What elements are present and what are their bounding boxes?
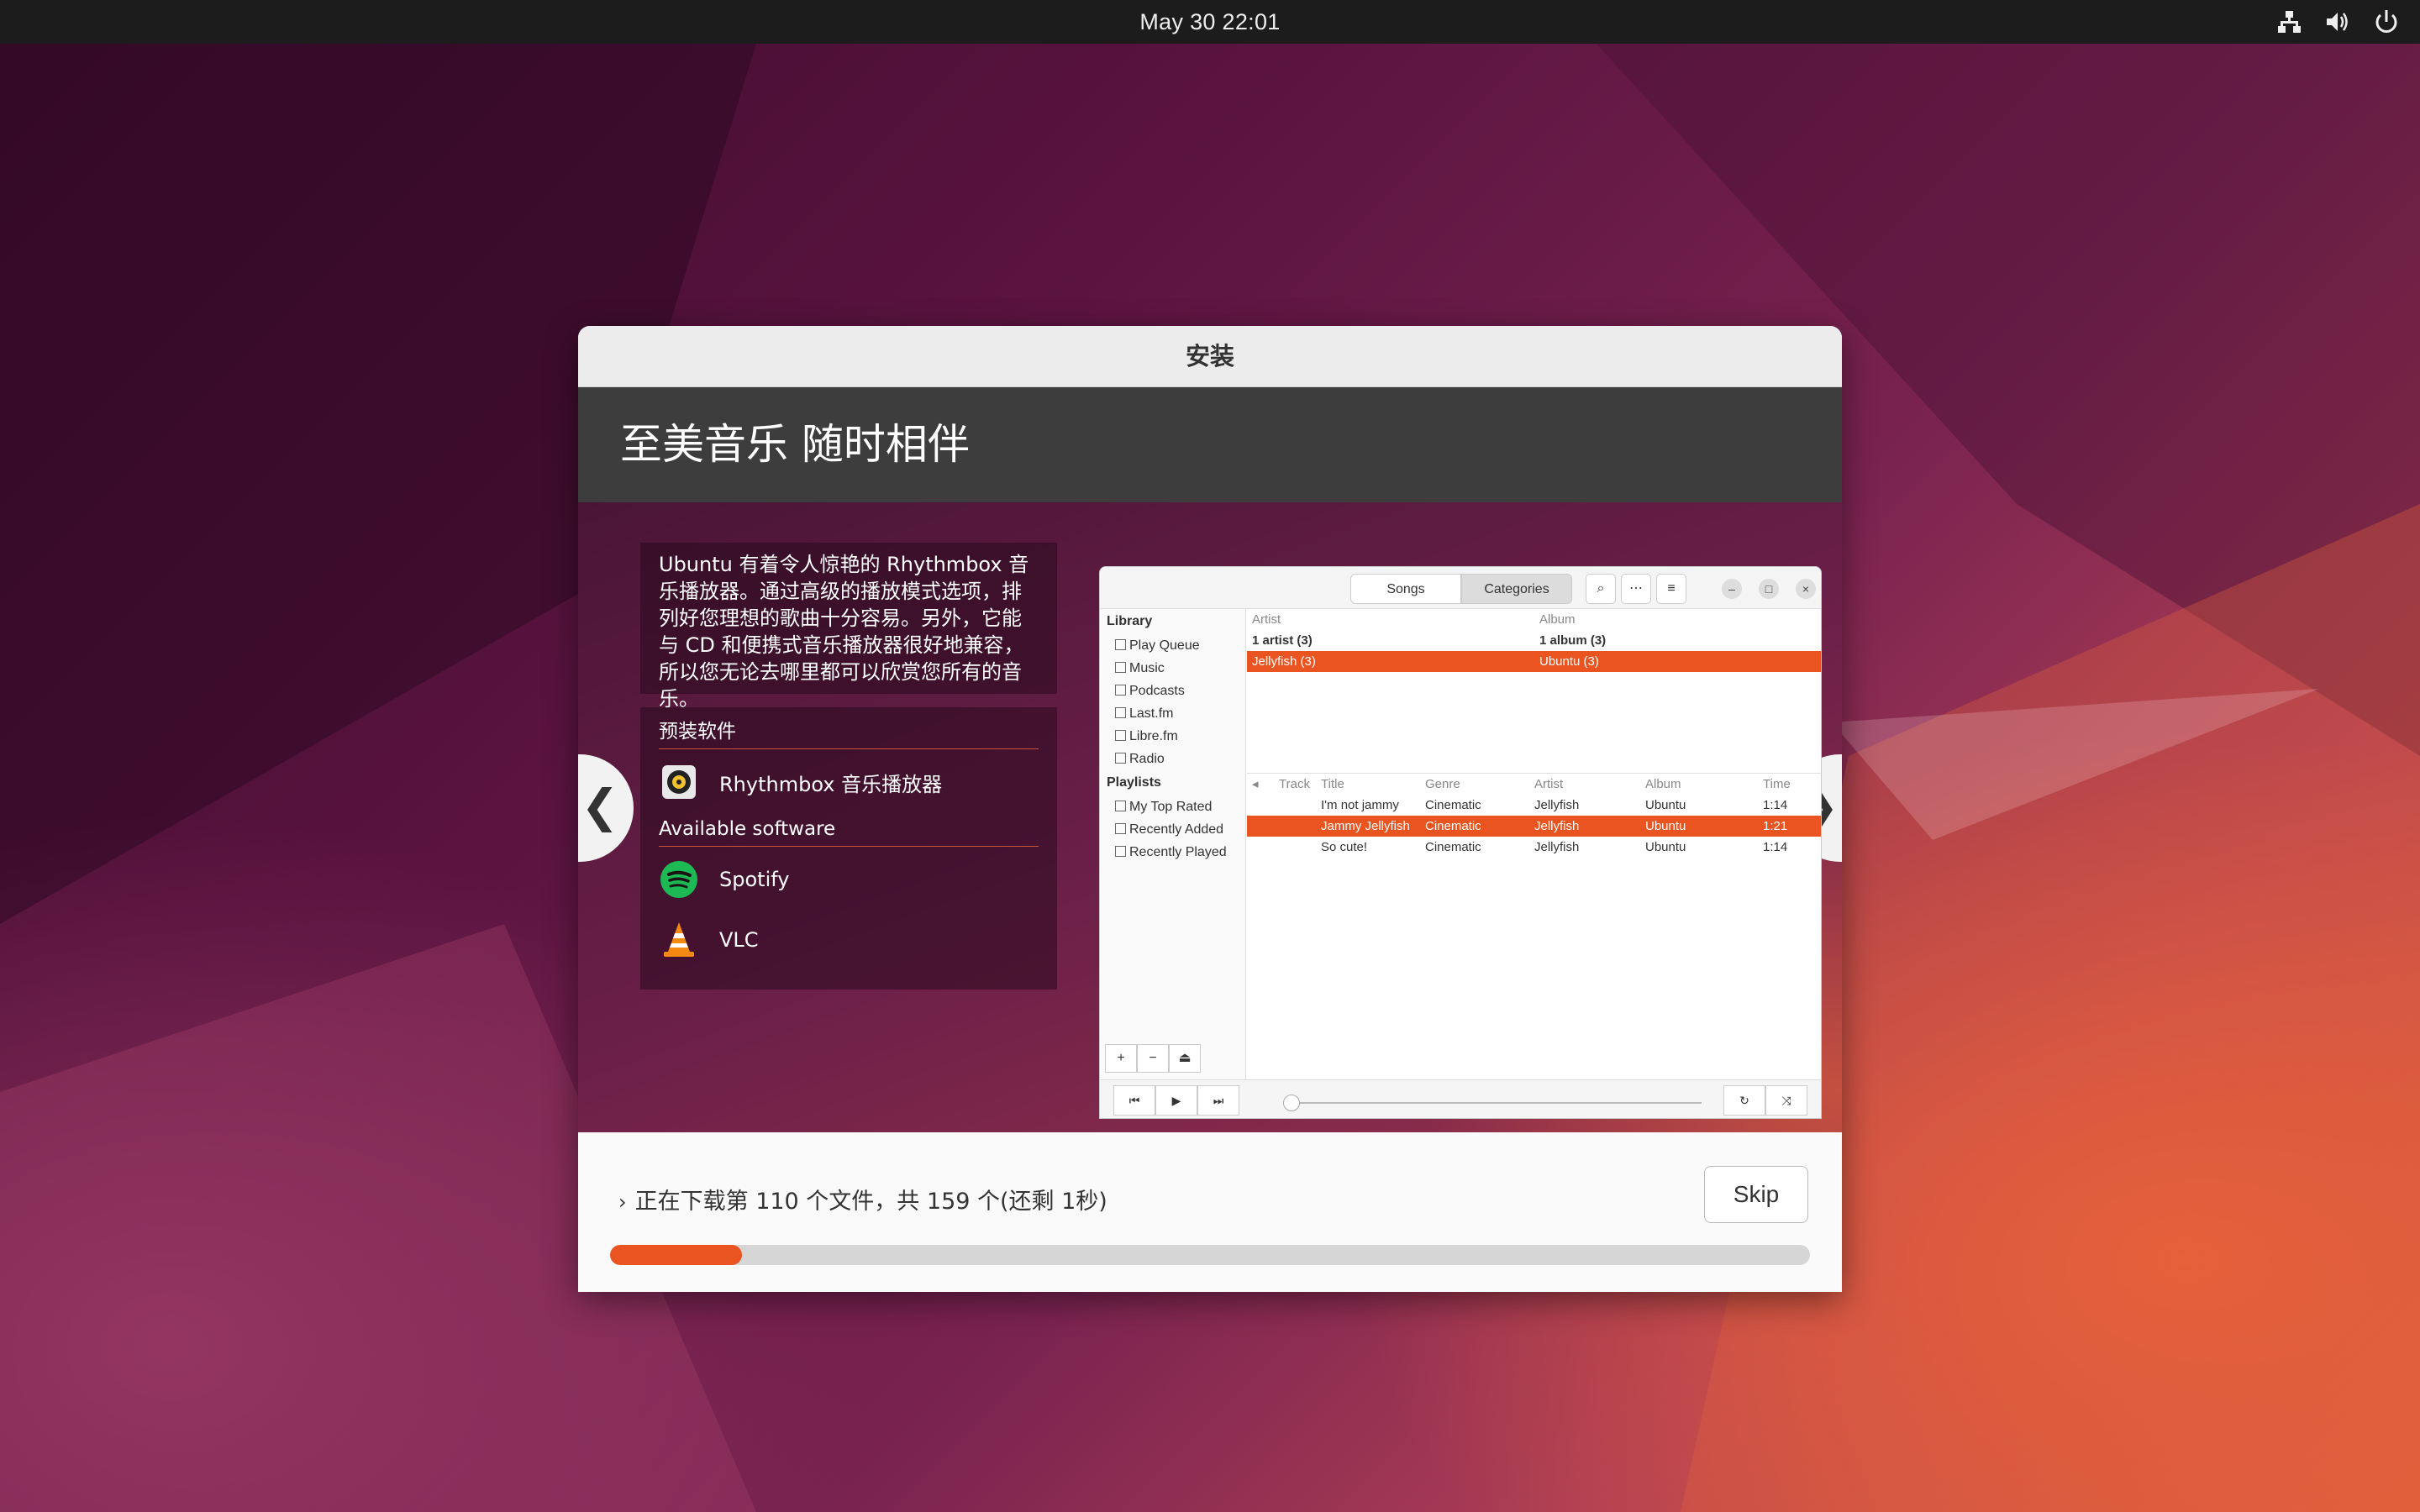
- rhythmbox-screenshot: Songs Categories ⌕ ⋯ ≡ – □ × Library Pla…: [1099, 566, 1822, 1119]
- track-list: ◂ Track Title Genre Artist Album Time I'…: [1247, 774, 1821, 1079]
- top-bar: May 30 22:01: [0, 0, 2420, 44]
- maximize-icon: □: [1759, 579, 1779, 599]
- power-icon[interactable]: [2371, 7, 2402, 37]
- library-label: Library: [1107, 614, 1153, 628]
- status-text: 正在下载第 110 个文件，共 159 个(还剩 1秒): [634, 1189, 1107, 1215]
- speaker-icon: ◂: [1252, 777, 1259, 791]
- browser-row: 1 artist (3) 1 album (3): [1252, 633, 1607, 648]
- playback-controls: ⏮ ▶ ⏭: [1113, 1085, 1239, 1116]
- slide-description: Ubuntu 有着令人惊艳的 Rhythmbox 音乐播放器。通过高级的播放模式…: [640, 543, 1057, 711]
- play-icon: ▶: [1155, 1085, 1197, 1116]
- progress-fill: [610, 1245, 743, 1265]
- player-bar: ⏮ ▶ ⏭ ↻ ⤨: [1100, 1079, 1821, 1118]
- repeat-icon: ↻: [1723, 1085, 1765, 1116]
- sidebar-item: Play Queue: [1100, 634, 1245, 657]
- window-title: 安装: [578, 326, 1842, 387]
- network-icon[interactable]: [2274, 7, 2304, 37]
- tab-songs: Songs: [1350, 574, 1461, 604]
- system-tray[interactable]: [2274, 7, 2402, 37]
- shuffle-icon: ⤨: [1765, 1085, 1807, 1116]
- prev-slide-button[interactable]: ❮: [578, 754, 634, 862]
- download-status[interactable]: › 正在下载第 110 个文件，共 159 个(还剩 1秒): [618, 1183, 1107, 1215]
- preinstalled-heading: 预装软件: [659, 716, 1039, 749]
- track-row-selected: Jammy Jellyfish Cinematic Jellyfish Ubun…: [1247, 816, 1821, 837]
- sidebar-item: Last.fm: [1100, 702, 1245, 725]
- browser-header: Artist Album: [1252, 612, 1576, 627]
- track-row: I'm not jammy Cinematic Jellyfish Ubuntu…: [1321, 798, 1788, 812]
- next-icon: ⏭: [1197, 1085, 1239, 1116]
- sidebar-item: Podcasts: [1100, 680, 1245, 702]
- install-footer: › 正在下载第 110 个文件，共 159 个(还剩 1秒) Skip: [578, 1132, 1842, 1292]
- installer-window: 安装 至美音乐 随时相伴 Ubuntu 有着令人惊艳的 Rhythmbox 音乐…: [578, 326, 1842, 1292]
- sidebar-item: Libre.fm: [1100, 725, 1245, 748]
- sidebar-item: Recently Added: [1100, 818, 1245, 841]
- browser-row-selected: Jellyfish (3) Ubuntu (3): [1247, 651, 1821, 672]
- slideshow: Ubuntu 有着令人惊艳的 Rhythmbox 音乐播放器。通过高级的播放模式…: [578, 502, 1842, 1132]
- search-icon: ⌕: [1586, 574, 1616, 604]
- menu-icon: ≡: [1656, 574, 1686, 604]
- software-label: VLC: [719, 928, 759, 952]
- volume-icon[interactable]: [2323, 7, 2353, 37]
- vlc-icon: [659, 920, 699, 960]
- rhythmbox-sidebar: Library Play Queue Music Podcasts Last.f…: [1100, 609, 1246, 1079]
- rhythmbox-tabs: Songs Categories: [1350, 574, 1572, 604]
- progress-bar: [610, 1245, 1810, 1265]
- software-item-vlc: VLC: [659, 916, 1039, 964]
- sidebar-item: My Top Rated: [1100, 795, 1245, 818]
- software-item-spotify: Spotify: [659, 855, 1039, 904]
- software-list: 预装软件 Rhythmbox 音乐播放器 Available software …: [640, 707, 1057, 990]
- seek-bar: [1290, 1102, 1702, 1104]
- available-heading: Available software: [659, 813, 1039, 847]
- track-header: ◂ Track Title Genre Artist Album Time: [1247, 774, 1821, 795]
- minimize-icon: –: [1722, 579, 1742, 599]
- eject-icon: ⏏: [1169, 1044, 1201, 1073]
- spotify-icon: [659, 859, 699, 900]
- chevron-right-icon[interactable]: ›: [618, 1190, 627, 1214]
- software-label: Spotify: [719, 868, 790, 891]
- software-item-rhythmbox: Rhythmbox 音乐播放器: [659, 758, 1039, 806]
- playlists-label: Playlists: [1107, 775, 1161, 790]
- mode-controls: ↻ ⤨: [1723, 1085, 1807, 1116]
- previous-icon: ⏮: [1113, 1085, 1155, 1116]
- sidebar-item: Radio: [1100, 748, 1245, 770]
- sidebar-tools: + − ⏏: [1105, 1044, 1201, 1073]
- skip-button[interactable]: Skip: [1704, 1166, 1808, 1223]
- close-icon: ×: [1796, 579, 1816, 599]
- software-label: Rhythmbox 音乐播放器: [719, 772, 943, 796]
- tab-categories: Categories: [1461, 574, 1572, 604]
- rhythmbox-browser: Artist Album 1 artist (3) 1 album (3) Je…: [1247, 609, 1821, 774]
- rhythmbox-header: Songs Categories ⌕ ⋯ ≡ – □ ×: [1100, 567, 1821, 609]
- sidebar-item: Recently Played: [1100, 841, 1245, 864]
- more-icon: ⋯: [1621, 574, 1651, 604]
- clock[interactable]: May 30 22:01: [0, 0, 2420, 44]
- add-icon: +: [1105, 1044, 1137, 1073]
- remove-icon: −: [1137, 1044, 1169, 1073]
- rhythmbox-icon: [659, 762, 699, 802]
- track-row: So cute! Cinematic Jellyfish Ubuntu 1:14: [1321, 840, 1788, 854]
- slide-title: 至美音乐 随时相伴: [578, 387, 1842, 502]
- sidebar-item: Music: [1100, 657, 1245, 680]
- seek-knob: [1283, 1095, 1300, 1111]
